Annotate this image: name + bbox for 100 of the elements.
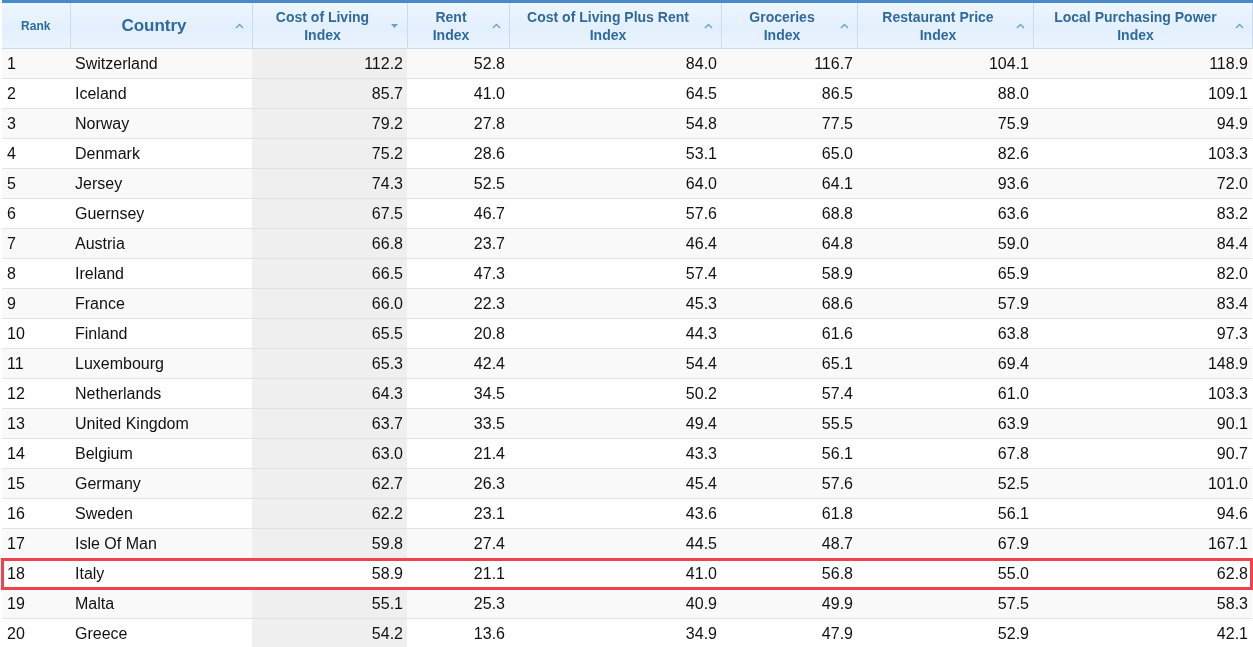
table-cell: 65.1 [721,348,857,379]
table-cell: 34.9 [509,618,721,647]
table-cell: 43.6 [509,498,721,529]
table-cell: 75.9 [857,108,1033,139]
table-cell: 56.1 [721,438,857,469]
table-cell: 90.7 [1033,438,1252,469]
table-cell: Norway [70,108,252,139]
column-header[interactable]: Rent Index [407,1,509,49]
table-cell: 64.8 [721,228,857,259]
table-cell: 64.5 [509,78,721,109]
table-cell: 52.8 [407,48,509,79]
table-cell: United Kingdom [70,408,252,439]
table-cell: 49.4 [509,408,721,439]
table-cell: 63.8 [857,318,1033,349]
table-cell: 97.3 [1033,318,1252,349]
table-cell: 57.5 [857,588,1033,619]
table-cell: 118.9 [1033,48,1252,79]
table-cell: 112.2 [252,48,407,79]
table-cell: 12 [2,378,70,409]
table-cell: 63.7 [252,408,407,439]
table-cell: 72.0 [1033,168,1252,199]
table-cell: 54.8 [509,108,721,139]
table-cell: 42.4 [407,348,509,379]
table-cell: 62.7 [252,468,407,499]
column-header[interactable]: Groceries Index [721,1,857,49]
table-cell: 67.5 [252,198,407,229]
table-cell: 42.1 [1033,618,1252,647]
table-cell: 61.0 [857,378,1033,409]
table-cell: 65.3 [252,348,407,379]
table-cell: 93.6 [857,168,1033,199]
table-cell: 57.6 [721,468,857,499]
table-cell: 57.6 [509,198,721,229]
table-cell: 62.2 [252,498,407,529]
column-header[interactable]: Restaurant Price Index [857,1,1033,49]
table-cell: 94.6 [1033,498,1252,529]
table-cell: 58.9 [721,258,857,289]
table-cell: 47.3 [407,258,509,289]
table-cell: 83.4 [1033,288,1252,319]
column-header[interactable]: Local Purchasing Power Index [1033,1,1252,49]
table-cell: 68.6 [721,288,857,319]
table-cell: 64.0 [509,168,721,199]
table-cell: 5 [2,168,70,199]
table-cell: Jersey [70,168,252,199]
table-cell: 55.0 [857,558,1033,589]
table-cell: 11 [2,348,70,379]
table-cell: 20.8 [407,318,509,349]
table-cell: 167.1 [1033,528,1252,559]
table-cell: Germany [70,468,252,499]
table-cell: 63.9 [857,408,1033,439]
table-cell: 53.1 [509,138,721,169]
table-cell: 56.1 [857,498,1033,529]
table-cell: 67.8 [857,438,1033,469]
table-cell: 103.3 [1033,378,1252,409]
table-cell: 6 [2,198,70,229]
table-cell: Italy [70,558,252,589]
table-cell: Austria [70,228,252,259]
table-cell: 84.0 [509,48,721,79]
table-cell: 77.5 [721,108,857,139]
table-cell: 22.3 [407,288,509,319]
table-cell: 3 [2,108,70,139]
table-cell: 21.4 [407,438,509,469]
table-cell: 52.5 [857,468,1033,499]
table-cell: 64.1 [721,168,857,199]
table-cell: 63.6 [857,198,1033,229]
column-header[interactable]: Rank [2,1,70,49]
table-cell: 41.0 [509,558,721,589]
table-cell: 14 [2,438,70,469]
table-cell: 57.4 [721,378,857,409]
table-cell: 68.8 [721,198,857,229]
table-cell: 13.6 [407,618,509,647]
table-cell: 52.5 [407,168,509,199]
table-cell: 19 [2,588,70,619]
table-cell: 50.2 [509,378,721,409]
table-cell: 58.3 [1033,588,1252,619]
table-cell: 44.5 [509,528,721,559]
table-cell: 66.5 [252,258,407,289]
table-cell: 57.9 [857,288,1033,319]
table-cell: 59.8 [252,528,407,559]
table-cell: 21.1 [407,558,509,589]
table-cell: 54.4 [509,348,721,379]
table-cell: 59.0 [857,228,1033,259]
table-cell: 27.8 [407,108,509,139]
column-header[interactable]: Cost of Living Index [252,1,407,49]
table-cell: 28.6 [407,138,509,169]
table-cell: 62.8 [1033,558,1252,589]
table-cell: 8 [2,258,70,289]
table-cell: 104.1 [857,48,1033,79]
table-cell: 65.5 [252,318,407,349]
table-cell: 79.2 [252,108,407,139]
table-cell: 20 [2,618,70,647]
table-cell: 116.7 [721,48,857,79]
table-cell: 86.5 [721,78,857,109]
column-header[interactable]: Country [70,1,252,49]
column-header[interactable]: Cost of Living Plus Rent Index [509,1,721,49]
table-cell: 109.1 [1033,78,1252,109]
table-cell: 46.4 [509,228,721,259]
table-cell: 1 [2,48,70,79]
table-cell: 83.2 [1033,198,1252,229]
table-cell: 23.7 [407,228,509,259]
table-cell: 56.8 [721,558,857,589]
